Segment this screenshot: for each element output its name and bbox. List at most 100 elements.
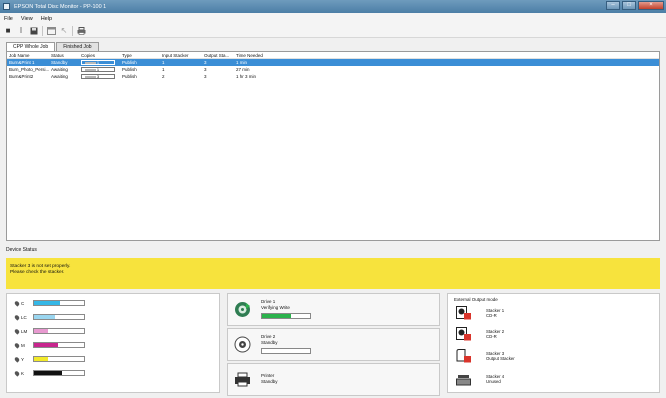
- cursor-icon[interactable]: ↖: [59, 26, 69, 36]
- drive-2-text: Drive 2 Standby: [261, 334, 278, 345]
- table-row[interactable]: Burn&Print2 Awaiting 3 Publish 2 3 1 hr …: [7, 73, 659, 80]
- stacker-unused-icon: [456, 375, 471, 386]
- stacker-disc-icon: [456, 327, 471, 341]
- window-title: EPSON Total Disc Monitor - PP-100 1: [14, 3, 107, 10]
- drive-1-text: Drive 1 Verifying Write: [261, 299, 290, 310]
- job-list-header: Job Name Status Copies Type Input Stacke…: [7, 52, 659, 59]
- ink-level-bar: [33, 342, 85, 348]
- printer-panel: Printer Standby: [227, 363, 440, 396]
- ink-row: M: [13, 341, 85, 349]
- column-header[interactable]: Copies: [79, 53, 120, 58]
- ink-row: K: [13, 369, 85, 377]
- tab-finished-job[interactable]: Finished Job: [56, 42, 99, 51]
- job-input-stacker: 1: [162, 60, 165, 65]
- stacker-output-icon: [456, 349, 471, 363]
- ink-drop-icon: [13, 369, 21, 377]
- pause-icon[interactable]: ‖: [16, 26, 26, 36]
- stacker-4-text: Stacker 4 Unused: [486, 374, 504, 384]
- ink-level-bar: [33, 356, 85, 362]
- minimize-button[interactable]: –: [606, 1, 620, 10]
- ink-code: LC: [21, 314, 27, 320]
- ink-drop-icon: [13, 327, 21, 335]
- column-header[interactable]: Output Sta...: [202, 53, 234, 58]
- printer-icon: [235, 372, 250, 387]
- stacker-status: CD-R: [486, 313, 497, 318]
- job-output-stacker: 3: [204, 74, 207, 79]
- copies-progress: 3: [81, 74, 115, 79]
- stacker-status: Unused: [486, 379, 501, 384]
- disc-drive-active-icon: [235, 302, 250, 317]
- column-header[interactable]: Time Needed: [234, 53, 324, 58]
- progress-fill: [85, 75, 96, 78]
- stop-icon[interactable]: ■: [3, 26, 13, 36]
- ink-code: Y: [21, 356, 25, 362]
- job-name: Burn&Print2: [9, 74, 34, 79]
- ink-code: M: [21, 342, 25, 348]
- printer-text: Printer Standby: [261, 373, 278, 384]
- maximize-button[interactable]: □: [622, 1, 636, 10]
- column-header[interactable]: Input Stacker: [160, 53, 202, 58]
- printer-status: Standby: [261, 378, 278, 384]
- table-row[interactable]: Burn&Print 1 Standby 1 Publish 1 3 1 min: [7, 59, 659, 66]
- progress-fill: [85, 61, 96, 64]
- alert-line: Please check the stacker.: [10, 270, 65, 275]
- ink-drop-icon: [13, 341, 21, 349]
- job-input-stacker: 2: [162, 74, 165, 79]
- external-output-title: External Output mode: [454, 297, 498, 302]
- stacker-1-text: Stacker 1 CD-R: [486, 308, 504, 318]
- progress-fill: [85, 68, 96, 71]
- job-time-needed: 27 min: [236, 67, 250, 72]
- stacker-2-text: Stacker 2 CD-R: [486, 329, 504, 339]
- print-icon[interactable]: [76, 26, 86, 36]
- ink-code: C: [21, 300, 25, 306]
- save-icon[interactable]: [29, 26, 39, 36]
- column-header[interactable]: Job Name: [7, 53, 49, 58]
- ink-level-fill: [34, 343, 58, 347]
- close-button[interactable]: ×: [638, 1, 664, 10]
- status-alert: Stacker 3 is not set properly. Please ch…: [6, 258, 660, 289]
- job-name: Burn&Print 1: [9, 60, 35, 65]
- table-row[interactable]: Burn_Photo_Persi... Awaiting 1 Publish 1…: [7, 66, 659, 73]
- ink-levels-panel: C LC LM M Y K: [6, 293, 220, 393]
- ink-row: Y: [13, 355, 85, 363]
- ink-level-fill: [34, 329, 48, 333]
- ink-level-fill: [34, 315, 55, 319]
- job-list: Job Name Status Copies Type Input Stacke…: [6, 51, 660, 241]
- disc-drive-icon: [234, 336, 251, 353]
- drive-status: Standby: [261, 339, 278, 345]
- drive-progress-bar: [261, 313, 311, 319]
- job-time-needed: 1 hr 3 min: [236, 74, 257, 79]
- ink-level-bar: [33, 370, 85, 376]
- job-status: Awaiting: [51, 74, 68, 79]
- copies-value: 1: [96, 60, 100, 65]
- tab-whole-job[interactable]: CPP Whole Job: [6, 42, 56, 51]
- drive-1-panel: Drive 1 Verifying Write: [227, 293, 440, 326]
- window-icon[interactable]: [46, 26, 56, 36]
- job-type: Publish: [122, 67, 137, 72]
- copies-progress: 1: [81, 60, 115, 65]
- copies-value: 3: [96, 74, 100, 79]
- toolbar-separator: [72, 25, 73, 36]
- device-status-label: Device Status: [6, 247, 37, 253]
- ink-row: C: [13, 299, 85, 307]
- column-header[interactable]: Type: [120, 53, 160, 58]
- window-controls: – □ ×: [606, 1, 664, 10]
- ink-row: LM: [13, 327, 85, 335]
- menu-help[interactable]: Help: [41, 16, 52, 22]
- ink-level-bar: [33, 300, 85, 306]
- job-tabs: CPP Whole Job Finished Job: [6, 42, 100, 51]
- menu-view[interactable]: View: [21, 16, 33, 22]
- ink-level-fill: [34, 371, 62, 375]
- column-header[interactable]: Status: [49, 53, 79, 58]
- copies-progress: 1: [81, 67, 115, 72]
- external-output-panel: External Output mode Stacker 1 CD-R Stac…: [447, 293, 660, 393]
- menu-file[interactable]: File: [4, 16, 13, 22]
- toolbar-separator: [42, 25, 43, 36]
- job-input-stacker: 1: [162, 67, 165, 72]
- job-status: Awaiting: [51, 67, 68, 72]
- drive-progress-bar: [261, 348, 311, 354]
- menu-bar: File View Help: [0, 13, 666, 24]
- job-output-stacker: 3: [204, 60, 207, 65]
- copies-value: 1: [96, 67, 100, 72]
- stacker-status: CD-R: [486, 334, 497, 339]
